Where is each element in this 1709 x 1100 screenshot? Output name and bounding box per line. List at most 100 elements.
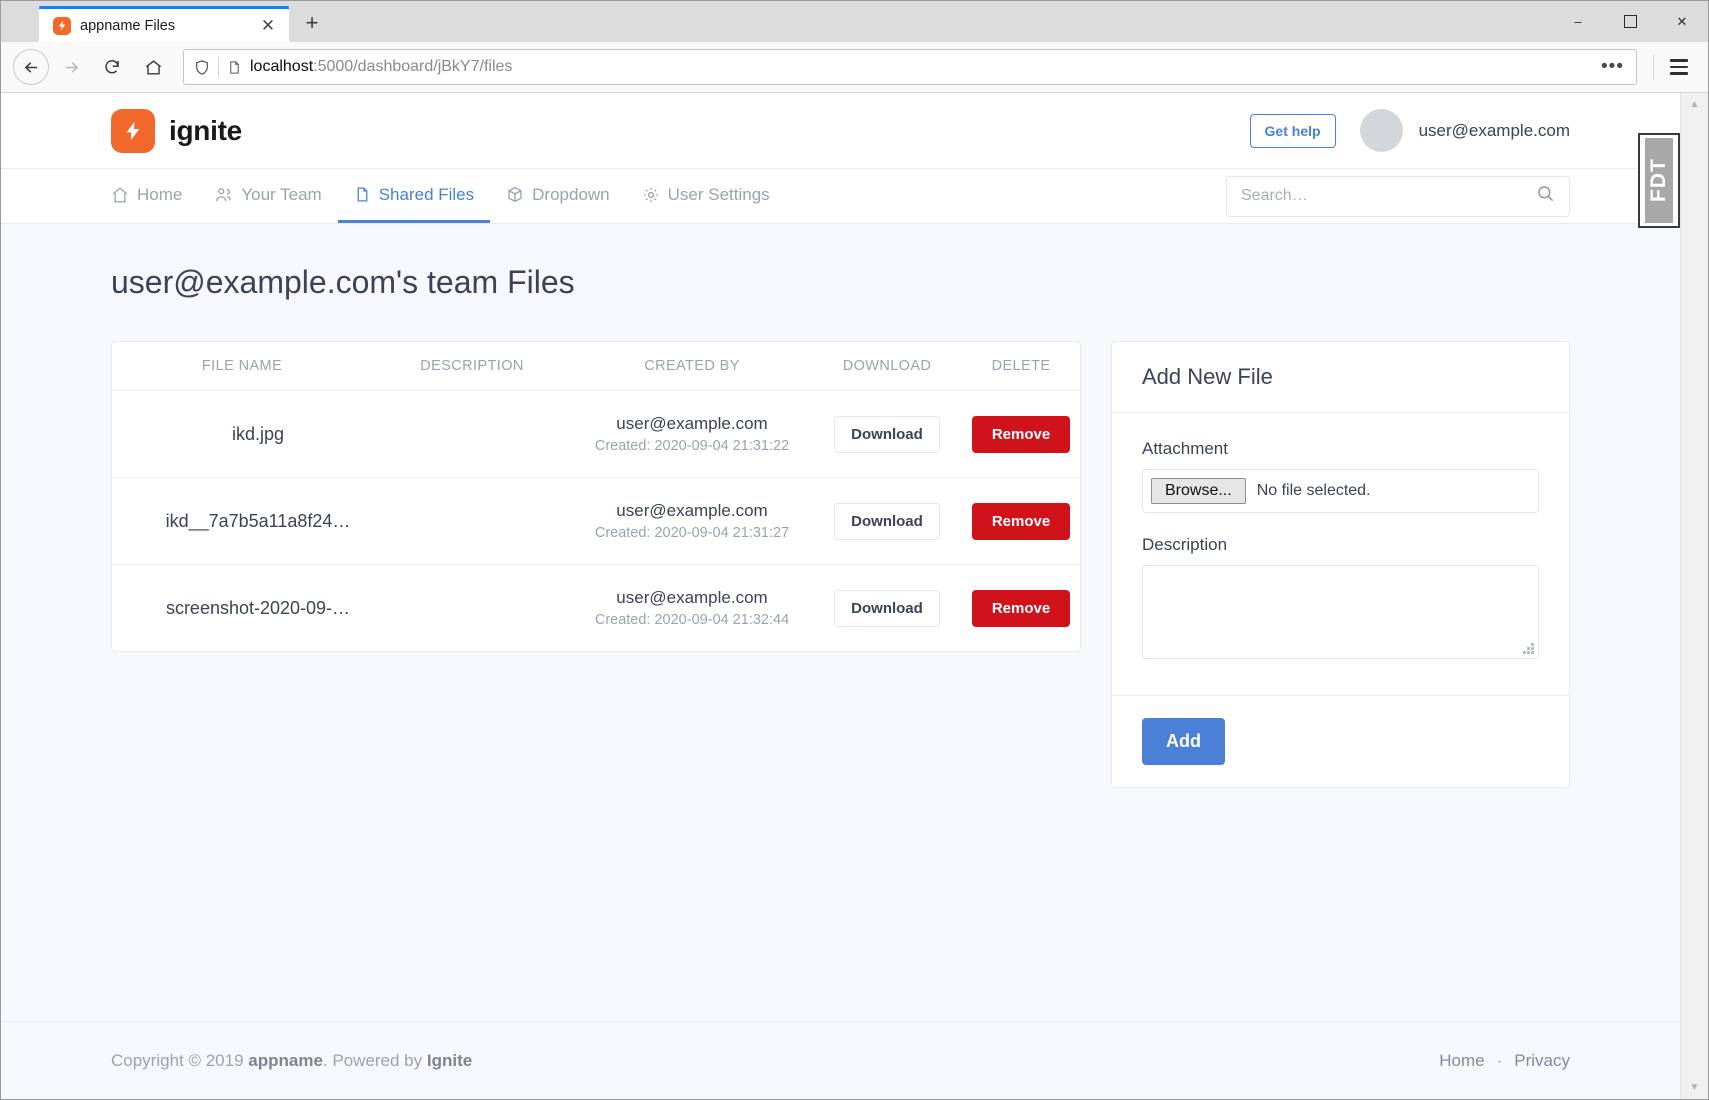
footer-links: Home · Privacy [1439,1051,1570,1071]
column-header-created-by: CREATED BY [644,358,740,374]
table-row: ikd.jpg user@example.com Created: 2020-0… [112,391,1080,478]
cell-file-name: screenshot-2020-09-… [112,598,372,619]
created-at-text: Created: 2020-09-04 21:31:27 [594,525,790,541]
browser-titlebar: appname Files ✕ + – ✕ [1,1,1708,42]
resize-handle-icon[interactable] [1523,643,1534,654]
column-header-delete: DELETE [991,358,1051,374]
download-button[interactable]: Download [834,415,940,453]
add-card-body: Attachment Browse... No file selected. D… [1112,413,1569,696]
file-icon [354,185,371,204]
reload-button[interactable] [93,48,131,86]
url-bar[interactable]: localhost:5000/dashboard/jBkY7/files ••• [183,49,1637,85]
browser-navbar: localhost:5000/dashboard/jBkY7/files ••• [1,42,1708,93]
created-by-text: user@example.com [616,501,768,520]
description-label: Description [1142,535,1228,554]
cell-download: Download [812,415,962,453]
add-card-title: Add New File [1142,364,1273,389]
created-at-text: Created: 2020-09-04 21:31:22 [594,438,790,454]
minimize-button[interactable]: – [1552,1,1604,42]
shield-icon [194,59,210,76]
nav-item-label: User Settings [667,184,770,204]
page-title: user@example.com's team Files [111,264,575,300]
primary-nav: Home Your Team Shared Files Dropdown Use… [1,169,1680,224]
scroll-up-arrow-icon[interactable]: ▲ [1690,99,1700,110]
close-icon[interactable]: ✕ [257,15,279,37]
cell-file-name: ikd.jpg [112,424,372,445]
add-card-header: Add New File [1112,342,1569,413]
file-name-text: screenshot-2020-09-… [165,597,351,618]
scroll-down-arrow-icon[interactable]: ▼ [1690,1082,1700,1093]
page-scrollbar[interactable]: ▲ ▼ [1680,93,1708,1099]
footer-link-home[interactable]: Home [1439,1051,1484,1071]
user-email: user@example.com [1418,120,1570,140]
tab-title: appname Files [80,17,176,34]
page-icon [227,59,242,76]
browser-window: appname Files ✕ + – ✕ localhost:5000/das… [0,0,1709,1100]
nav-item-label: Home [137,184,183,204]
created-by-text: user@example.com [616,588,768,607]
nav-item-label: Dropdown [532,184,610,204]
footer-app-name: appname [248,1050,323,1070]
download-button[interactable]: Download [834,502,940,540]
gear-icon [642,186,660,204]
file-name-text: ikd__7a7b5a11a8f24… [165,510,351,531]
table-row: screenshot-2020-09-… user@example.com Cr… [112,565,1080,651]
attachment-field[interactable]: Browse... No file selected. [1142,469,1539,513]
cell-file-name: ikd__7a7b5a11a8f24… [112,511,372,532]
search-input[interactable] [1241,187,1511,205]
back-button[interactable] [13,49,49,85]
remove-button[interactable]: Remove [971,589,1071,627]
copyright-text: Copyright © 2019 appname. Powered by Ign… [111,1051,472,1071]
download-button[interactable]: Download [834,589,940,627]
cell-delete: Remove [962,415,1080,453]
cell-created-by: user@example.com Created: 2020-09-04 21:… [572,414,812,454]
browser-tab[interactable]: appname Files ✕ [39,6,289,42]
app-footer: Copyright © 2019 appname. Powered by Ign… [1,1021,1680,1099]
search-box[interactable] [1226,175,1570,217]
menu-icon[interactable] [1662,50,1696,84]
add-button[interactable]: Add [1142,718,1225,765]
window-controls: – ✕ [1552,1,1708,42]
user-menu[interactable]: user@example.com [1359,109,1570,152]
nav-item-label: Your Team [241,184,322,204]
nav-item-label: Shared Files [378,184,475,204]
remove-button[interactable]: Remove [971,415,1071,453]
cell-created-by: user@example.com Created: 2020-09-04 21:… [572,501,812,541]
page-actions-icon[interactable]: ••• [1601,57,1626,77]
nav-item-shared-files[interactable]: Shared Files [337,169,491,223]
home-button[interactable] [134,48,172,86]
forward-button[interactable] [52,48,90,86]
maximize-button[interactable] [1604,1,1656,42]
cell-created-by: user@example.com Created: 2020-09-04 21:… [572,588,812,628]
content-columns: FILE NAME DESCRIPTION CREATED BY DOWNLOA… [111,341,1570,788]
nav-item-home[interactable]: Home [111,169,198,223]
search-icon[interactable] [1536,184,1555,208]
ignite-logo-icon [111,108,155,153]
get-help-button[interactable]: Get help [1249,113,1336,148]
fdt-label: FDT [1645,138,1673,223]
field-spacer [1142,513,1539,535]
fdt-side-tab[interactable]: FDT [1638,133,1680,228]
nav-item-dropdown[interactable]: Dropdown [490,169,626,223]
new-tab-button[interactable]: + [295,6,329,40]
powered-by-text: . Powered by [322,1050,427,1070]
web-page: ignite Get help user@example.com Home Yo… [1,93,1680,1099]
cell-delete: Remove [962,589,1080,627]
nav-item-your-team[interactable]: Your Team [198,169,337,223]
nav-items: Home Your Team Shared Files Dropdown Use… [111,169,786,223]
created-at-text: Created: 2020-09-04 21:32:44 [594,612,790,628]
home-icon [111,186,129,204]
window-close-button[interactable]: ✕ [1656,1,1708,42]
remove-button[interactable]: Remove [971,502,1071,540]
description-textarea[interactable] [1142,565,1539,659]
footer-engine-name: Ignite [426,1050,473,1070]
url-path: :5000/dashboard/jBkY7/files [313,58,513,75]
nav-item-user-settings[interactable]: User Settings [626,169,786,223]
avatar [1359,109,1403,152]
url-host: localhost [250,58,314,75]
main-content: user@example.com's team Files FILE NAME … [1,224,1680,1021]
users-icon [214,186,233,204]
footer-link-privacy[interactable]: Privacy [1514,1051,1570,1071]
brand[interactable]: ignite [111,108,242,153]
browse-button[interactable]: Browse... [1151,478,1246,504]
